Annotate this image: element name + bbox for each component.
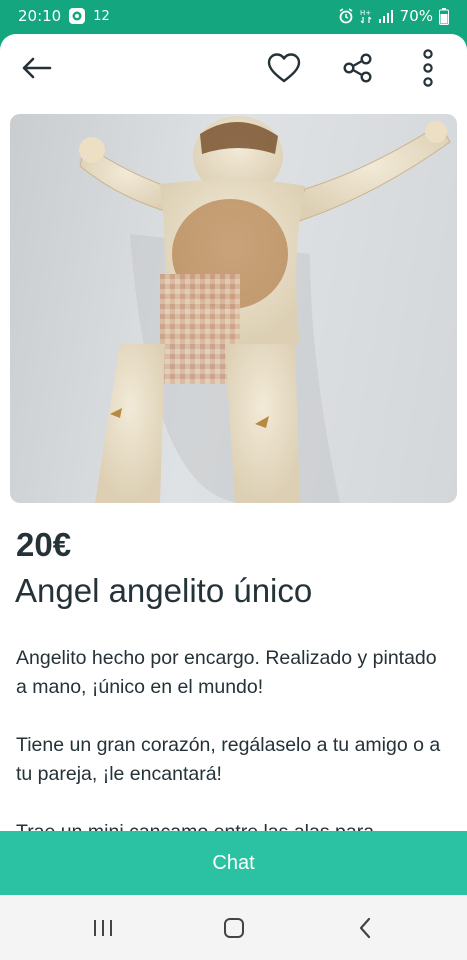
listing-title: Angel angelito único xyxy=(15,572,313,609)
share-button[interactable] xyxy=(336,46,380,90)
system-navigation-bar xyxy=(0,895,467,960)
home-button[interactable] xyxy=(216,911,252,945)
battery-level: 70% xyxy=(399,7,433,25)
arrow-left-icon xyxy=(22,57,52,79)
more-options-button[interactable] xyxy=(406,46,450,90)
status-left: 20:10 12 xyxy=(18,7,110,25)
system-back-button[interactable] xyxy=(347,911,383,945)
recents-icon xyxy=(94,920,112,936)
chat-button-label: Chat xyxy=(212,851,255,874)
listing-screen: 20€ Angel angelito único Angelito hecho … xyxy=(0,34,467,960)
data-icon: H+ xyxy=(360,8,372,24)
status-time: 20:10 xyxy=(18,7,62,25)
back-button[interactable] xyxy=(14,46,58,90)
chat-button[interactable]: Chat xyxy=(0,831,467,895)
recent-apps-button[interactable] xyxy=(85,911,121,945)
listing-price: 20€ xyxy=(16,526,72,563)
svg-text:H+: H+ xyxy=(360,9,371,17)
description-paragraph: Angelito hecho por encargo. Realizado y … xyxy=(16,647,437,698)
product-photo-carousel[interactable] xyxy=(10,114,457,503)
notification-app-icon xyxy=(68,7,86,25)
description-paragraph: Tiene un gran corazón, regálaselo a tu a… xyxy=(16,734,441,785)
more-vertical-icon xyxy=(423,49,433,87)
favorite-button[interactable] xyxy=(262,46,306,90)
status-bar: 20:10 12 H+ 70% xyxy=(0,0,467,34)
share-icon xyxy=(343,53,372,83)
angel-figurine-image xyxy=(79,116,451,503)
status-right: H+ 70% xyxy=(338,7,449,25)
top-app-bar xyxy=(0,34,467,108)
alarm-icon xyxy=(338,8,354,24)
heart-icon xyxy=(267,53,301,83)
chevron-left-icon xyxy=(359,917,371,939)
signal-icon xyxy=(378,8,394,24)
home-icon xyxy=(224,918,244,938)
battery-icon xyxy=(439,7,449,25)
notification-count: 12 xyxy=(93,8,110,24)
